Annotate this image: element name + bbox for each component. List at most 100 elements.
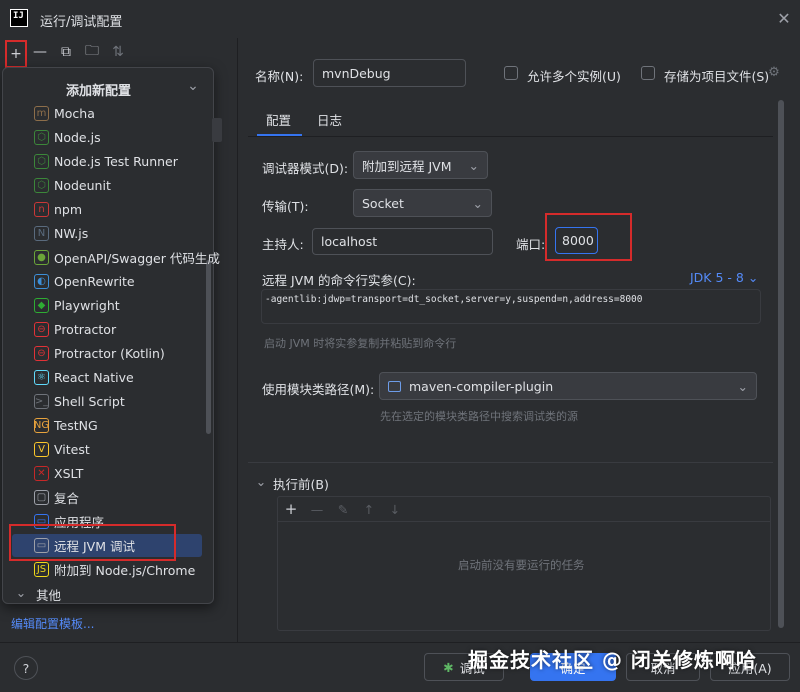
- config-type-icon: n: [34, 201, 49, 217]
- config-type-icon: ●: [34, 249, 49, 265]
- name-label: 名称(N):: [255, 69, 304, 84]
- edit-templates-link[interactable]: 编辑配置模板...: [11, 615, 94, 632]
- intellij-logo-icon: IJ: [10, 9, 28, 27]
- tab-divider: [248, 136, 773, 137]
- allow-parallel-label: 允许多个实例(U): [527, 69, 621, 84]
- popup-item[interactable]: ⚛ React Native: [34, 365, 134, 389]
- sort-icon[interactable]: ⇅: [108, 42, 128, 62]
- config-type-icon: >_: [34, 393, 49, 409]
- tab-logs[interactable]: 日志: [317, 110, 342, 129]
- popup-item-label: npm: [54, 201, 83, 217]
- transport-value: Socket: [362, 195, 404, 211]
- popup-item[interactable]: n npm: [34, 197, 82, 221]
- gear-icon[interactable]: ⚙: [766, 64, 782, 80]
- bug-icon: ✱: [443, 659, 454, 675]
- module-hint: 先在选定的模块类路径中搜索调试类的源: [380, 410, 578, 423]
- config-type-icon: V: [34, 441, 49, 457]
- move-down-icon[interactable]: ↓: [386, 500, 404, 518]
- chevron-down-icon[interactable]: ⌄: [14, 585, 28, 600]
- popup-item[interactable]: ⊖ Protractor (Kotlin): [34, 341, 165, 365]
- section-divider: [248, 462, 773, 463]
- popup-item[interactable]: ⬡ Nodeunit: [34, 173, 111, 197]
- module-value: maven-compiler-plugin: [409, 378, 554, 394]
- popup-item[interactable]: ⬡ Node.js Test Runner: [34, 149, 178, 173]
- transport-select[interactable]: Socket ⌄: [353, 189, 492, 217]
- port-label: 端口:: [516, 237, 546, 252]
- host-label: 主持人:: [262, 237, 304, 252]
- window-title: 运行/调试配置: [40, 15, 123, 30]
- config-type-icon: m: [34, 105, 49, 121]
- before-launch-label[interactable]: 执行前(B): [273, 474, 329, 493]
- popup-title: 添加新配置: [66, 84, 132, 99]
- chevron-down-icon: ⌄: [737, 378, 748, 394]
- config-type-icon: ⬡: [34, 129, 49, 145]
- popup-item[interactable]: V Vitest: [34, 437, 90, 461]
- cmdline-hint: 启动 JVM 时将实参复制并粘贴到命令行: [264, 337, 457, 350]
- folder-icon[interactable]: 🗀: [82, 42, 102, 62]
- chevron-down-icon[interactable]: ⌄: [254, 474, 268, 489]
- move-up-icon[interactable]: ↑: [360, 500, 378, 518]
- popup-item[interactable]: N NW.js: [34, 221, 88, 245]
- copy-config-icon[interactable]: ⧉: [56, 42, 76, 62]
- popup-item[interactable]: ◐ OpenRewrite: [34, 269, 135, 293]
- popup-item[interactable]: NG TestNG: [34, 413, 98, 437]
- popup-item-label: Nodeunit: [54, 177, 111, 193]
- highlight-box-remote-jvm: [9, 524, 176, 561]
- config-type-icon: ✕: [34, 465, 49, 481]
- cmdline-label: 远程 JVM 的命令行实参(C):: [262, 273, 416, 288]
- add-task-icon[interactable]: +: [282, 500, 300, 518]
- group-other[interactable]: 其他: [36, 585, 61, 604]
- popup-scrollbar[interactable]: [206, 260, 211, 434]
- popup-item-label: OpenAPI/Swagger 代码生成: [54, 250, 220, 266]
- debugger-mode-select[interactable]: 附加到远程 JVM ⌄: [353, 151, 488, 179]
- config-type-icon: ▢: [34, 489, 49, 505]
- transport-label: 传输(T):: [262, 199, 309, 214]
- popup-item[interactable]: ⊖ Protractor: [34, 317, 116, 341]
- popup-item[interactable]: >_ Shell Script: [34, 389, 125, 413]
- module-select[interactable]: maven-compiler-plugin ⌄: [379, 372, 757, 400]
- chevron-down-icon: ⌄: [468, 157, 479, 173]
- name-input[interactable]: mvnDebug: [313, 59, 466, 87]
- popup-item-label: 复合: [54, 490, 80, 506]
- collapse-icon[interactable]: ⌄: [186, 78, 200, 94]
- module-label: 使用模块类路径(M):: [262, 382, 375, 397]
- config-type-icon: ◆: [34, 297, 49, 313]
- cmdline-textarea[interactable]: -agentlib:jdwp=transport=dt_socket,serve…: [261, 289, 761, 324]
- remove-config-icon[interactable]: —: [30, 42, 50, 62]
- popup-item-label: Mocha: [54, 105, 95, 121]
- watermark: 掘金技术社区 @ 闭关修炼啊哈: [468, 648, 757, 672]
- popup-item[interactable]: ◆ Playwright: [34, 293, 120, 317]
- store-project-checkbox[interactable]: [641, 66, 655, 80]
- popup-item-label: 附加到 Node.js/Chrome: [54, 562, 196, 578]
- debugger-mode-value: 附加到远程 JVM: [362, 158, 452, 174]
- help-icon[interactable]: ?: [14, 656, 38, 680]
- config-type-icon: JS: [34, 561, 49, 577]
- port-input[interactable]: 8000: [555, 227, 598, 254]
- popup-item[interactable]: ✕ XSLT: [34, 461, 83, 485]
- popup-item-label: OpenRewrite: [54, 273, 135, 289]
- popup-item[interactable]: ⬡ Node.js: [34, 125, 101, 149]
- popup-item-label: Shell Script: [54, 393, 125, 409]
- before-launch-empty: 启动前没有要运行的任务: [458, 558, 585, 572]
- config-type-icon: ◐: [34, 273, 49, 289]
- host-input[interactable]: localhost: [312, 228, 493, 255]
- add-config-icon[interactable]: +: [5, 40, 27, 68]
- popup-item[interactable]: m Mocha: [34, 101, 95, 125]
- config-type-icon: NG: [33, 417, 50, 433]
- popup-item-label: Playwright: [54, 297, 120, 313]
- remove-task-icon[interactable]: —: [308, 500, 326, 518]
- tab-config[interactable]: 配置: [266, 110, 291, 129]
- jdk-version-link[interactable]: JDK 5 - 8 ⌄: [690, 270, 758, 285]
- popup-item-label: Vitest: [54, 441, 90, 457]
- store-project-label: 存储为项目文件(S): [664, 69, 770, 84]
- popup-item-label: NW.js: [54, 225, 89, 241]
- editor-scrollbar[interactable]: [778, 100, 784, 628]
- tree-scrollbar[interactable]: [212, 118, 222, 142]
- close-icon[interactable]: ✕: [774, 8, 794, 28]
- popup-item-label: Node.js Test Runner: [54, 153, 178, 169]
- allow-parallel-checkbox[interactable]: [504, 66, 518, 80]
- popup-item[interactable]: ● OpenAPI/Swagger 代码生成: [34, 245, 220, 269]
- edit-task-icon[interactable]: ✎: [334, 500, 352, 518]
- chevron-down-icon: ⌄: [472, 195, 483, 211]
- popup-item[interactable]: ▢ 复合: [34, 485, 79, 509]
